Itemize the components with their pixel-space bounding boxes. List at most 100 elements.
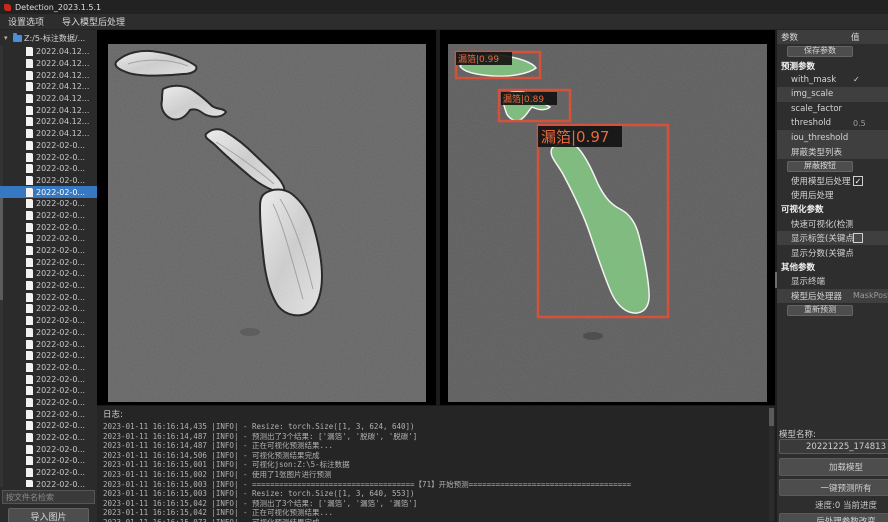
file-list-item[interactable]: 2022-02-0... (0, 467, 97, 479)
param-row[interactable]: 显示标签(关键点) (777, 231, 888, 245)
file-list-item[interactable]: 2022-02-0... (0, 186, 97, 198)
param-row[interactable]: 使用模型后处理✓ (777, 174, 888, 188)
file-name: 2022-02-0... (36, 480, 85, 487)
param-value: MaskPostPro (853, 291, 888, 300)
file-list-item[interactable]: 2022-02-0... (0, 385, 97, 397)
file-icon (26, 211, 33, 220)
param-row[interactable]: scale_factor (777, 102, 888, 116)
file-list-item[interactable]: 2022-02-0... (0, 478, 97, 487)
file-list-item[interactable]: 2022.04.12... (0, 46, 97, 58)
expand-arrow-icon[interactable]: ▾ (4, 34, 11, 42)
file-icon (26, 94, 33, 103)
log-scrollbar-thumb[interactable] (769, 408, 774, 426)
file-list-item[interactable]: 2022-02-0... (0, 420, 97, 432)
file-list-item[interactable]: 2022-02-0... (0, 268, 97, 280)
search-input[interactable] (2, 490, 95, 504)
import-images-button[interactable]: 导入图片 (8, 508, 89, 522)
file-icon (26, 433, 33, 442)
file-icon (26, 153, 33, 162)
original-image (108, 44, 426, 402)
file-list-item[interactable]: 2022-02-0... (0, 198, 97, 210)
file-list-item[interactable]: 2022-02-0... (0, 443, 97, 455)
log-line: 2023-01-11 16:16:15,002 |INFO| - 使用了1张图片… (97, 470, 775, 480)
file-list-item[interactable]: 2022.04.12... (0, 128, 97, 140)
file-list-item[interactable]: 2022-02-0... (0, 280, 97, 292)
file-list-item[interactable]: 2022-02-0... (0, 455, 97, 467)
file-list-item[interactable]: 2022-02-0... (0, 175, 97, 187)
tree-root-folder[interactable]: ▾ Z:/5-标注数据/... (4, 32, 85, 44)
file-list-item[interactable]: 2022-02-0... (0, 327, 97, 339)
load-model-button[interactable]: 加载模型 (779, 458, 888, 476)
param-row[interactable]: 快速可视化(检测) (777, 217, 888, 231)
file-icon (26, 351, 33, 360)
file-name: 2022-02-0... (36, 304, 85, 313)
param-checkbox[interactable]: ✓ (853, 176, 863, 186)
file-name: 2022-02-0... (36, 433, 85, 442)
param-button[interactable]: 保存参数 (787, 46, 853, 57)
file-list-item[interactable]: 2022-02-0... (0, 151, 97, 163)
file-icon (26, 480, 33, 487)
file-list-item[interactable]: 2022.04.12... (0, 116, 97, 128)
file-list-item[interactable]: 2022-02-0... (0, 373, 97, 385)
param-button[interactable]: 屏蔽按钮 (787, 161, 853, 172)
detection-label: 漏箔|0.89 (503, 93, 544, 105)
file-list-item[interactable]: 2022-02-0... (0, 221, 97, 233)
file-icon (26, 328, 33, 337)
param-button[interactable]: 重新预测 (787, 305, 853, 316)
file-list-item[interactable]: 2022-02-0... (0, 163, 97, 175)
file-list-item[interactable]: 2022-02-0... (0, 362, 97, 374)
postprocess-change-button[interactable]: 后处理参数改变 (779, 513, 888, 522)
file-name: 2022-02-0... (36, 199, 85, 208)
file-list-item[interactable]: 2022-02-0... (0, 397, 97, 409)
param-row[interactable]: iou_threshold (777, 130, 888, 144)
file-list-item[interactable]: 2022-02-0... (0, 408, 97, 420)
file-list-item[interactable]: 2022-02-0... (0, 140, 97, 152)
file-list-item[interactable]: 2022-02-0... (0, 245, 97, 257)
param-row[interactable]: 显示终端 (777, 274, 888, 288)
file-list-item[interactable]: 2022.04.12... (0, 93, 97, 105)
param-row[interactable]: 显示分数(关键点) (777, 245, 888, 259)
param-label: 屏蔽类型列表 (777, 146, 853, 158)
param-row[interactable]: 模型后处理器MaskPostPro (777, 289, 888, 303)
file-list-item[interactable]: 2022-02-0... (0, 233, 97, 245)
file-list-item[interactable]: 2022.04.12... (0, 69, 97, 81)
param-row[interactable]: with_mask✓ (777, 73, 888, 87)
log-line: 2023-01-11 16:16:14,506 |INFO| - 可视化预测结果… (97, 451, 775, 461)
param-value: ✓ (853, 75, 860, 84)
file-list-item[interactable]: 2022.04.12... (0, 104, 97, 116)
file-list-item[interactable]: 2022-02-0... (0, 432, 97, 444)
file-list-item[interactable]: 2022-02-0... (0, 303, 97, 315)
log-scrollbar[interactable] (769, 408, 774, 521)
app-logo-icon (4, 4, 11, 11)
file-list-item[interactable]: 2022-02-0... (0, 291, 97, 303)
menu-settings[interactable]: 设置选项 (8, 15, 44, 28)
file-list-item[interactable]: 2022.04.12... (0, 81, 97, 93)
file-list-item[interactable]: 2022-02-0... (0, 256, 97, 268)
file-list-item[interactable]: 2022-02-0... (0, 338, 97, 350)
param-label: 显示标签(关键点) (777, 232, 853, 244)
param-value: 0.5 (853, 119, 866, 128)
param-row[interactable]: threshold0.5 (777, 116, 888, 130)
file-list-item[interactable]: 2022-02-0... (0, 350, 97, 362)
file-icon (26, 164, 33, 173)
param-row[interactable]: img_scale (777, 87, 888, 101)
model-name-field[interactable]: 20221225_174813 (779, 439, 888, 454)
param-section-header: 预测参数 (777, 58, 888, 72)
tree-root-label: Z:/5-标注数据/... (24, 33, 85, 44)
file-name: 2022-02-0... (36, 410, 85, 419)
file-icon (26, 269, 33, 278)
file-icon (26, 363, 33, 372)
file-list-item[interactable]: 2022-02-0... (0, 315, 97, 327)
file-list-item[interactable]: 2022-02-0... (0, 210, 97, 222)
predict-all-button[interactable]: 一键预测所有 (779, 479, 888, 496)
prediction-image-view[interactable]: 漏箔|0.99 漏箔|0.89 漏箔|0.97 (440, 30, 775, 405)
file-list-item[interactable]: 2022.04.12... (0, 58, 97, 70)
prediction-image: 漏箔|0.99 漏箔|0.89 漏箔|0.97 (448, 44, 767, 402)
file-name: 2022-02-0... (36, 164, 85, 173)
original-image-view[interactable] (97, 30, 436, 405)
file-icon (26, 129, 33, 138)
param-row[interactable]: 使用后处理 (777, 188, 888, 202)
menu-import-postprocess[interactable]: 导入模型后处理 (62, 15, 125, 28)
param-row[interactable]: 屏蔽类型列表 (777, 145, 888, 159)
param-checkbox[interactable] (853, 233, 863, 243)
